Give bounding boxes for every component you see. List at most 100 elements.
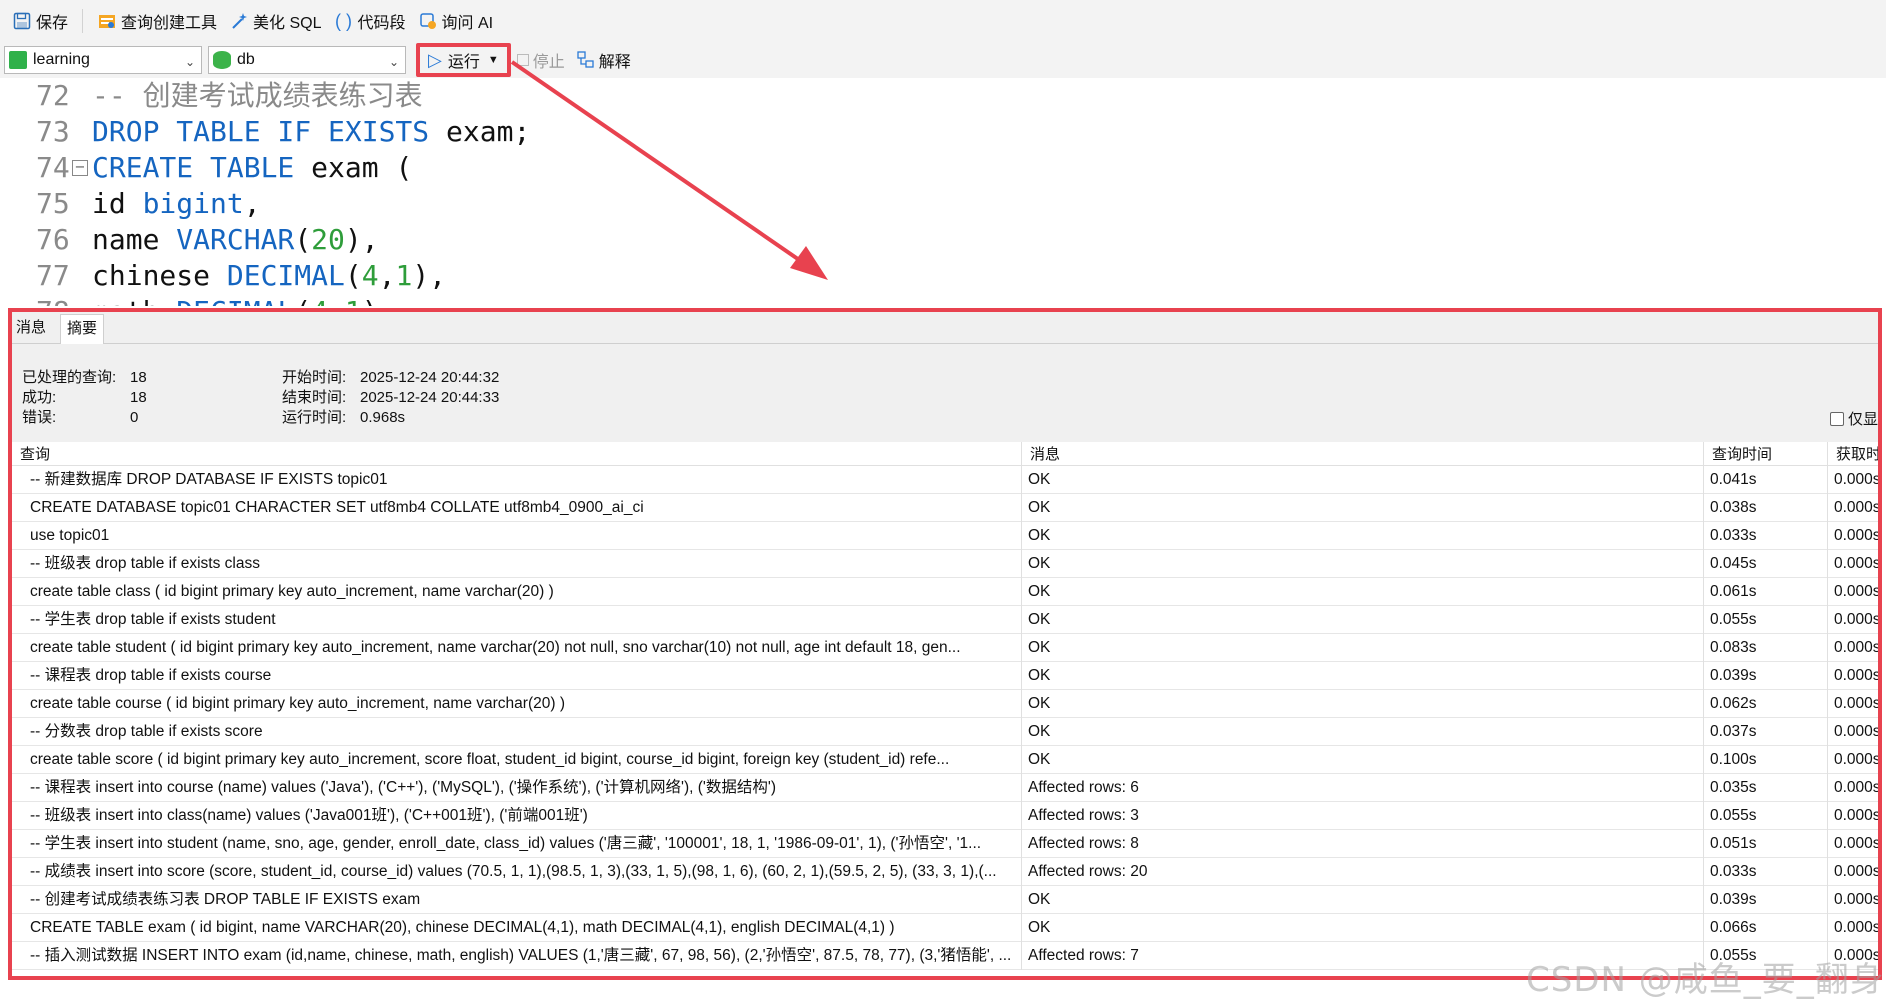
cell-query: -- 插入测试数据 INSERT INTO exam (id,name, chi… bbox=[12, 942, 1022, 970]
code-token: chinese bbox=[92, 259, 227, 292]
cell-query-time: 0.039s bbox=[1704, 886, 1828, 914]
code-token: , bbox=[328, 295, 345, 306]
results-pane: 消息 摘要 已处理的查询: 18 成功: 18 错误: 0 开始时间: 2025… bbox=[8, 308, 1882, 980]
table-row[interactable]: create table course ( id bigint primary … bbox=[12, 690, 1878, 718]
code-text: chinese DECIMAL(4,1), bbox=[92, 258, 446, 294]
table-row[interactable]: -- 学生表 insert into student (name, sno, a… bbox=[12, 830, 1878, 858]
stop-icon bbox=[516, 54, 529, 66]
start-time-label: 开始时间: bbox=[282, 369, 347, 386]
cell-fetch-time: 0.000s bbox=[1828, 466, 1878, 494]
processed-row: 已处理的查询: 18 bbox=[22, 368, 222, 388]
column-fetch-time[interactable]: 获取时间 bbox=[1828, 442, 1878, 466]
code-token: bigint bbox=[142, 187, 244, 220]
column-query-time[interactable]: 查询时间 bbox=[1704, 442, 1828, 466]
table-row[interactable]: -- 班级表 drop table if exists class OK 0.045… bbox=[12, 550, 1878, 578]
code-line[interactable]: 73 DROP TABLE IF EXISTS exam; bbox=[0, 114, 1886, 150]
explain-label: 解释 bbox=[598, 54, 631, 71]
table-row[interactable]: -- 班级表 insert into class(name) values ('… bbox=[12, 802, 1878, 830]
cell-query-time: 0.038s bbox=[1704, 494, 1828, 522]
table-row[interactable]: -- 分数表 drop table if exists score OK 0.037… bbox=[12, 718, 1878, 746]
column-query[interactable]: 查询 bbox=[12, 442, 1022, 466]
cell-message: Affected rows: 6 bbox=[1022, 774, 1704, 802]
run-button[interactable]: ▷ 运行 ▼ bbox=[416, 43, 511, 77]
cell-query: -- 学生表 drop table if exists student bbox=[12, 606, 1022, 634]
query-builder-button[interactable]: 查询创建工具 bbox=[91, 5, 223, 37]
save-label: 保存 bbox=[36, 15, 69, 32]
magic-wand-icon bbox=[229, 11, 249, 31]
tab-messages[interactable]: 消息 bbox=[12, 314, 52, 344]
cell-query-time: 0.051s bbox=[1704, 830, 1828, 858]
table-row[interactable]: create table class ( id bigint primary k… bbox=[12, 578, 1878, 606]
table-row[interactable]: CREATE TABLE exam ( id bigint, name VARC… bbox=[12, 914, 1878, 942]
dropdown-caret-icon[interactable]: ▼ bbox=[488, 54, 499, 66]
results-table: 查询 消息 查询时间 获取时间 -- 新建数据库 DROP DATABASE I… bbox=[12, 442, 1878, 976]
table-row[interactable]: -- 成绩表 insert into score (score, student… bbox=[12, 858, 1878, 886]
chevron-down-icon: ⌄ bbox=[184, 55, 195, 69]
explain-icon bbox=[577, 51, 595, 69]
table-row[interactable]: CREATE DATABASE topic01 CHARACTER SET ut… bbox=[12, 494, 1878, 522]
column-message[interactable]: 消息 bbox=[1022, 442, 1704, 466]
cell-fetch-time: 0.000s bbox=[1828, 774, 1878, 802]
cell-query: create table score ( id bigint primary k… bbox=[12, 746, 1022, 774]
code-token: ( bbox=[344, 259, 362, 292]
code-text: CREATE TABLE exam ( bbox=[92, 150, 412, 186]
cell-message: Affected rows: 20 bbox=[1022, 858, 1704, 886]
code-token: , bbox=[243, 187, 261, 220]
error-value: 0 bbox=[130, 409, 139, 426]
cell-query: -- 课程表 insert into course (name) values … bbox=[12, 774, 1022, 802]
code-token: DROP TABLE IF EXISTS bbox=[92, 115, 430, 148]
cell-fetch-time: 0.000s bbox=[1828, 886, 1878, 914]
cell-query: create table course ( id bigint primary … bbox=[12, 690, 1022, 718]
table-row[interactable]: create table student ( id bigint primary… bbox=[12, 634, 1878, 662]
database-select[interactable]: db ⌄ bbox=[208, 46, 406, 74]
code-token: DECIMAL bbox=[226, 259, 345, 292]
processed-label: 已处理的查询: bbox=[22, 369, 117, 386]
connection-select[interactable]: learning ⌄ bbox=[4, 46, 202, 74]
code-line[interactable]: 77 chinese DECIMAL(4,1), bbox=[0, 258, 1886, 294]
cell-message: OK bbox=[1022, 550, 1704, 578]
sql-editor[interactable]: 72 -- 创建考试成绩表练习表 73 DROP TABLE IF EXISTS ex… bbox=[0, 78, 1886, 306]
code-snippet-button[interactable]: ( ) 代码段 bbox=[328, 5, 412, 37]
table-row[interactable]: -- 课程表 drop table if exists course OK 0.03… bbox=[12, 662, 1878, 690]
code-token: -- 创建考试成绩表练习表 bbox=[92, 79, 423, 112]
table-row[interactable]: use topic01 OK 0.033s 0.000s bbox=[12, 522, 1878, 550]
cell-query-time: 0.035s bbox=[1704, 774, 1828, 802]
cell-message: OK bbox=[1022, 606, 1704, 634]
stop-button[interactable]: 停止 bbox=[511, 46, 571, 74]
ask-ai-label: 询问 AI bbox=[441, 15, 494, 32]
code-line[interactable]: 74− CREATE TABLE exam ( bbox=[0, 150, 1886, 186]
table-row[interactable]: create table score ( id bigint primary k… bbox=[12, 746, 1878, 774]
table-row[interactable]: -- 新建数据库 DROP DATABASE IF EXISTS topic01… bbox=[12, 466, 1878, 494]
explain-button[interactable]: 解释 bbox=[571, 46, 637, 74]
code-line[interactable]: 75 id bigint, bbox=[0, 186, 1886, 222]
table-row[interactable]: -- 创建考试成绩表练习表 DROP TABLE IF EXISTS exam O… bbox=[12, 886, 1878, 914]
elapsed-row: 运行时间: 0.968s bbox=[282, 408, 582, 428]
error-row: 错误: 0 bbox=[22, 408, 222, 428]
code-line[interactable]: 72 -- 创建考试成绩表练习表 bbox=[0, 78, 1886, 114]
cell-query-time: 0.055s bbox=[1704, 802, 1828, 830]
code-line[interactable]: 78 math DECIMAL(4,1), bbox=[0, 294, 1886, 306]
tab-summary[interactable]: 摘要 bbox=[60, 314, 105, 344]
only-errors-checkbox[interactable]: 仅显 bbox=[1829, 408, 1878, 429]
ai-icon bbox=[418, 11, 438, 31]
code-token: ( bbox=[294, 223, 312, 256]
cell-message: OK bbox=[1022, 886, 1704, 914]
cell-fetch-time: 0.000s bbox=[1828, 606, 1878, 634]
cell-query: create table student ( id bigint primary… bbox=[12, 634, 1022, 662]
table-row[interactable]: -- 课程表 insert into course (name) values … bbox=[12, 774, 1878, 802]
code-line[interactable]: 76 name VARCHAR(20), bbox=[0, 222, 1886, 258]
ask-ai-button[interactable]: 询问 AI bbox=[412, 5, 500, 37]
table-header: 查询 消息 查询时间 获取时间 bbox=[12, 442, 1878, 466]
code-text: -- 创建考试成绩表练习表 bbox=[92, 78, 423, 114]
summary-panel: 已处理的查询: 18 成功: 18 错误: 0 开始时间: 2025-12-24… bbox=[12, 344, 1878, 442]
cell-message: OK bbox=[1022, 914, 1704, 942]
table-row[interactable]: -- 学生表 drop table if exists student OK 0.0… bbox=[12, 606, 1878, 634]
fold-toggle-icon[interactable]: − bbox=[72, 160, 88, 176]
save-button[interactable]: 保存 bbox=[6, 5, 74, 37]
code-token: 20 bbox=[311, 223, 345, 256]
beautify-sql-button[interactable]: 美化 SQL bbox=[223, 5, 327, 37]
cell-message: OK bbox=[1022, 662, 1704, 690]
cell-query: -- 新建数据库 DROP DATABASE IF EXISTS topic01 bbox=[12, 466, 1022, 494]
stop-label: 停止 bbox=[532, 54, 565, 71]
code-token: math bbox=[92, 295, 176, 306]
